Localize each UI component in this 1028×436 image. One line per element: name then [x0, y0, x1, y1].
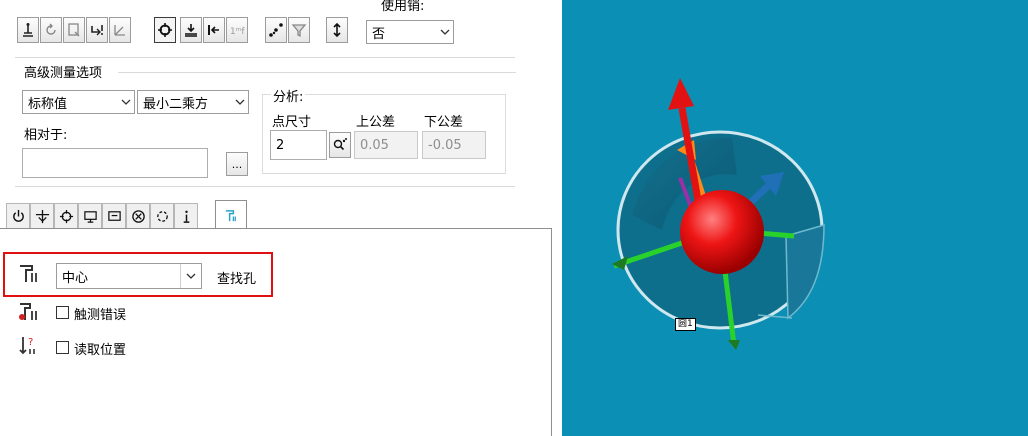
lower-tol-value: -0.05: [428, 137, 462, 153]
use-pin-value: 否: [372, 26, 386, 42]
tab-info[interactable]: [174, 203, 198, 228]
magnifier-points-icon: [333, 138, 347, 151]
offset-button[interactable]: [203, 17, 225, 43]
target-button[interactable]: [154, 17, 176, 43]
hole-probe-scene: [612, 78, 825, 350]
monitor-icon: [83, 210, 97, 223]
touch-error-icon: [19, 303, 37, 320]
browse-label: ...: [231, 157, 243, 171]
rotate-icon: [46, 23, 56, 35]
toolbar-separator: [15, 57, 515, 58]
touch-error-checkbox[interactable]: [56, 306, 69, 319]
use-pin-label: 使用销:: [381, 0, 425, 14]
chevron-down-icon: [437, 29, 453, 35]
tab-move[interactable]: [30, 203, 54, 228]
filter-icon: [291, 24, 307, 38]
fit-method-value: 最小二乘方: [143, 96, 209, 112]
auto-feature-button[interactable]: [17, 17, 39, 43]
tab-power[interactable]: [6, 203, 30, 228]
dialog-panel: 1ᵐf 使用销: 否 高级测量选项 标称值 最小二乘方 相对于: ... 分析:…: [0, 0, 562, 436]
info-icon: [183, 210, 189, 223]
find-hole-icon: [225, 209, 236, 221]
move-probe-icon: [35, 209, 49, 223]
upper-tol-value: 0.05: [360, 137, 389, 153]
read-position-checkbox[interactable]: [56, 341, 69, 354]
measure-mode-icon: 1ᵐf: [230, 27, 245, 37]
approach-icon: [91, 25, 103, 36]
circle-x-icon: [131, 209, 145, 223]
depth-button[interactable]: [180, 17, 202, 43]
offset-left-icon: [208, 25, 219, 35]
points-button[interactable]: [265, 17, 287, 43]
chevron-down-icon: [118, 99, 134, 105]
axis-button[interactable]: [109, 17, 131, 43]
browse-button[interactable]: ...: [226, 152, 248, 176]
probe-sphere: [680, 190, 764, 274]
svg-text:1ᵐf: 1ᵐf: [230, 27, 245, 37]
advanced-group-line: [118, 72, 516, 73]
nominal-combo[interactable]: 标称值: [22, 90, 135, 114]
measure-mode-button[interactable]: 1ᵐf: [226, 17, 248, 43]
probe-anchor-icon: [23, 23, 33, 37]
z-axis-tip-icon: [728, 340, 740, 350]
point-size-pick-button[interactable]: [329, 132, 351, 158]
contour-icon: [156, 210, 168, 222]
relative-to-field[interactable]: [22, 148, 208, 178]
crosshair-icon: [59, 209, 73, 223]
read-position-icon: ?: [19, 337, 35, 355]
touch-error-label: 触测错误: [74, 308, 127, 323]
approach-button[interactable]: [86, 17, 108, 43]
axis-icon: [114, 25, 125, 36]
graphics-viewport[interactable]: 圆1: [562, 0, 1028, 436]
vertical-arrow-icon: [333, 22, 341, 38]
tab-display[interactable]: [78, 203, 102, 228]
lower-tol-label: 下公差: [424, 115, 464, 130]
lower-tol-field[interactable]: -0.05: [422, 131, 486, 159]
nominal-combo-value: 标称值: [28, 96, 68, 112]
tab-report[interactable]: [102, 203, 126, 228]
red-arrow-tip-icon: [668, 78, 694, 110]
filter-button[interactable]: [288, 17, 310, 43]
use-pin-combo[interactable]: 否: [366, 20, 454, 44]
tab-find-hole[interactable]: [215, 200, 247, 229]
comment-icon: [107, 210, 121, 221]
point-size-value: 2: [276, 137, 285, 153]
page-view-icon: [68, 23, 80, 37]
tab-cancel[interactable]: [126, 203, 150, 228]
upper-tol-label: 上公差: [356, 115, 396, 130]
chevron-down-icon: [232, 99, 248, 105]
point-size-label: 点尺寸: [272, 115, 312, 130]
svg-text:?: ?: [28, 337, 33, 348]
point-size-field[interactable]: 2: [270, 130, 327, 160]
upper-tol-field[interactable]: 0.05: [354, 131, 418, 159]
tab-contour[interactable]: [150, 203, 174, 228]
read-position-label: 读取位置: [74, 343, 127, 358]
hole-wall-face: [785, 224, 825, 320]
fit-method-combo[interactable]: 最小二乘方: [137, 90, 249, 114]
relative-to-label: 相对于:: [24, 128, 68, 143]
analysis-title: 分析:: [271, 86, 306, 105]
feature-label-tag[interactable]: 圆1: [675, 318, 696, 331]
rotate-button[interactable]: [40, 17, 62, 43]
power-icon: [12, 209, 24, 222]
highlight-box: [3, 252, 273, 297]
direction-button[interactable]: [326, 17, 348, 43]
crosshair-target-icon: [158, 23, 172, 37]
view-button[interactable]: [63, 17, 85, 43]
advanced-group-title: 高级测量选项: [24, 66, 103, 81]
scatter-points-icon: [269, 23, 283, 37]
depth-icon: [185, 24, 197, 37]
options-separator: [15, 186, 515, 187]
tab-target[interactable]: [54, 203, 78, 228]
